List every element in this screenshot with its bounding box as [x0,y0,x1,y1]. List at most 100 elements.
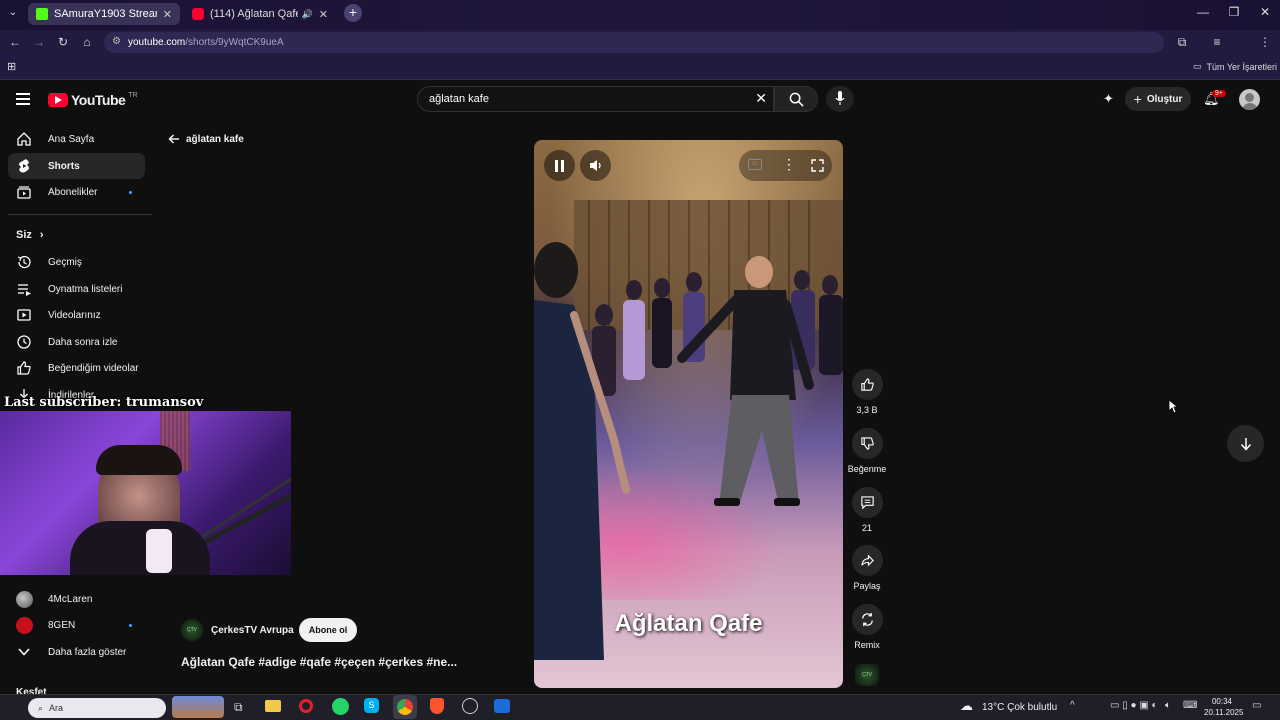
forward-icon[interactable]: → [30,35,48,49]
thumbs-up-icon [851,369,883,400]
all-bookmarks-label: Tüm Yer İşaretleri [1206,61,1278,72]
reload-icon[interactable]: ↻ [54,35,72,49]
subscriptions-icon [8,184,40,200]
tab-kick-stream[interactable]: SAmuraY1903 Stream - Kick D... ✕ [28,3,180,25]
watch-later-icon [8,334,40,350]
kick-favicon-icon [36,8,48,20]
keyboard-tray-icon[interactable]: ⌨ [1183,700,1197,711]
back-to-search-link[interactable]: ağlatan kafe [168,133,244,145]
comments-button[interactable]: 21 [850,487,884,533]
opera-icon[interactable] [299,699,313,713]
you-header-label: Siz [16,229,32,241]
minimize-window-icon[interactable]: — [1193,5,1213,19]
tray-icons[interactable]: ▭ ▯ ● ▣ ◐ [1110,700,1158,711]
tab-list-chevron-icon[interactable]: ⌄ [4,7,22,18]
sidebar-sub-4mclaren[interactable]: 4McLaren [8,586,145,612]
close-window-icon[interactable]: ✕ [1255,5,1275,19]
sidebar-item-subscriptions[interactable]: Abonelikler [8,179,145,205]
stream-subscriber-overlay: Last subscriber: trumansov [4,395,204,410]
youtube-favicon-icon [192,8,204,20]
search-button[interactable] [774,86,818,112]
volume-tray-icon[interactable]: 🔈︎ [1165,700,1171,711]
sound-thumbnail[interactable]: ÇTV [855,664,879,686]
close-tab-icon[interactable]: ✕ [313,8,328,21]
site-info-icon[interactable]: ⚙ [112,36,121,47]
share-label: Paylaş [853,581,881,591]
subscribe-button[interactable]: Abone ol [299,618,357,642]
ai-sparkle-icon[interactable]: ✦ [1103,91,1114,107]
brave-icon[interactable] [430,698,444,714]
account-avatar[interactable] [1239,89,1260,110]
new-tab-button[interactable]: + [344,4,362,22]
guide-menu-icon[interactable] [16,93,30,105]
chevron-down-icon [8,648,40,656]
clear-search-icon[interactable]: ✕ [755,90,767,107]
sidebar-item-your-videos[interactable]: Videolarınız [8,302,145,328]
task-view-icon[interactable]: ⧉ [234,700,243,715]
remix-button[interactable]: Remix [850,604,884,650]
notification-center-icon[interactable]: ▭ [1252,700,1261,711]
tray-chevron-icon[interactable]: ^ [1070,700,1075,711]
short-video-player[interactable]: Ağlatan Qafe cc ⋮ [534,140,843,688]
weather-text[interactable]: 13°C Çok bulutlu [982,702,1057,713]
app-icon[interactable] [462,698,478,714]
taskbar-search[interactable]: ⌕ Ara [28,698,166,718]
restore-window-icon[interactable]: ❐ [1224,5,1244,19]
address-bar[interactable]: ⚙ youtube.com/shorts/9yWqtCK9ueA [104,32,1164,53]
youtube-logo[interactable]: YouTube TR [48,92,138,108]
sidebar-item-home[interactable]: Ana Sayfa [8,126,145,152]
fullscreen-icon[interactable] [811,159,824,172]
remix-icon [851,604,883,635]
search-icon: ⌕ [38,702,44,713]
browser-menu-icon[interactable]: ⋮ [1256,35,1274,49]
sidebar-item-shorts[interactable]: Shorts [8,153,145,179]
apps-grid-icon[interactable]: ⊞ [7,60,16,73]
short-title[interactable]: Ağlatan Qafe #adige #qafe #çeçen #çerkes… [181,655,457,669]
search-input[interactable]: ağlatan kafe ✕ [417,86,774,112]
mute-button[interactable] [580,150,611,181]
pause-button[interactable] [544,150,575,181]
sidebar-sub-8gen[interactable]: 8GEN [8,612,145,638]
sidebar-item-label: Beğendiğim videolar [48,362,139,374]
sidebar-item-label: Shorts [48,160,80,172]
file-explorer-icon[interactable] [265,700,281,712]
like-button[interactable]: 3,3 B [850,369,884,415]
comment-icon [851,487,883,518]
whatsapp-icon[interactable] [332,698,349,715]
voice-search-button[interactable] [826,86,854,112]
close-tab-icon[interactable]: ✕ [157,8,172,21]
sidebar-item-label: Abonelikler [48,186,98,198]
taskbar-widget-image[interactable] [172,696,224,718]
sidebar-show-more[interactable]: Daha fazla göster [8,639,145,665]
taskbar-clock[interactable]: 00:34 20.11.2025 [1204,696,1243,718]
tab-youtube-short[interactable]: (114) Ağlatan Qafe #adige 🔊 ✕ [184,3,336,25]
share-button[interactable]: Paylaş [850,545,884,591]
reading-list-icon[interactable]: ≡ [1208,35,1226,49]
streamer-hair [96,445,182,475]
chrome-icon[interactable] [397,699,413,715]
all-bookmarks-button[interactable]: ▭ Tüm Yer İşaretleri [1193,61,1277,72]
channel-name[interactable]: ÇerkesTV Avrupa [211,625,294,636]
steam-icon[interactable] [494,699,510,713]
sidebar-item-playlists[interactable]: Oynatma listeleri [8,276,145,302]
back-icon[interactable]: ← [6,35,24,49]
more-options-icon[interactable]: ⋮ [782,156,796,173]
channel-avatar[interactable]: ÇTV [181,619,203,641]
dislike-button[interactable]: Beğenme [846,428,888,474]
tab-label: SAmuraY1903 Stream - Kick D... [54,8,157,20]
skype-icon[interactable]: S [364,698,379,713]
taskbar-search-label: Ara [49,703,64,713]
sidebar-you-header[interactable]: Siz › [16,229,44,241]
sidebar-item-watch-later[interactable]: Daha sonra izle [8,329,145,355]
player-controls-group: cc ⋮ [739,150,832,181]
extensions-icon[interactable]: ⧉ [1173,35,1191,50]
home-button-icon[interactable]: ⌂ [78,35,96,49]
sidebar-item-history[interactable]: Geçmiş [8,249,145,275]
sidebar-item-label: Oynatma listeleri [48,283,123,295]
windows-taskbar: ⌕ Ara ⧉ S ☁ 13°C Çok bulutlu ^ ▭ ▯ ● ▣ ◐… [0,694,1280,720]
next-short-button[interactable] [1227,425,1264,462]
captions-icon[interactable]: cc [748,159,762,170]
audio-playing-icon[interactable]: 🔊 [302,9,313,20]
create-button[interactable]: + Oluştur [1125,87,1191,111]
sidebar-item-liked-videos[interactable]: Beğendiğim videolar [8,355,145,381]
